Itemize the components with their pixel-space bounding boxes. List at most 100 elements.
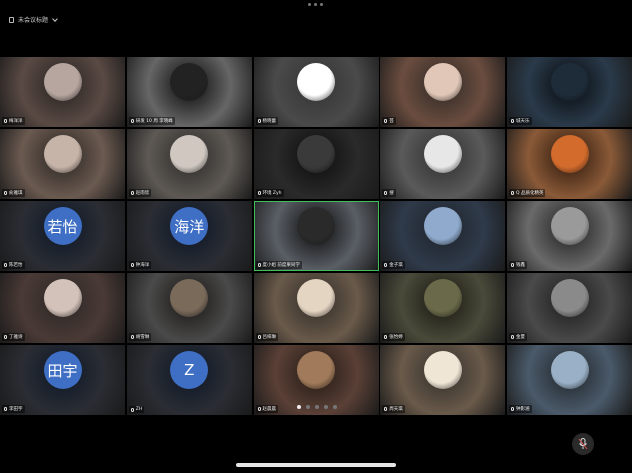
participant-avatar: 若怡 <box>43 207 82 246</box>
participant-name: 丁雅诗 <box>9 335 23 340</box>
participant-avatar: Z <box>170 351 209 390</box>
participant-avatar <box>423 351 462 390</box>
participant-name: 李田宇 <box>9 407 23 412</box>
participant-avatar <box>297 279 335 318</box>
mic-icon <box>4 407 7 411</box>
participant-name: 赵晨晨 <box>262 407 277 412</box>
mic-icon <box>257 119 261 123</box>
meeting-title-text: 未会议标题 <box>18 17 49 24</box>
microphone-button[interactable] <box>572 433 594 455</box>
participant-avatar <box>423 63 462 102</box>
participant-name: ZH <box>135 407 143 412</box>
participant-name-tag: 胡雪琳 <box>128 333 152 341</box>
participant-name-tag: 周天琪 <box>382 405 405 413</box>
page-dot[interactable] <box>306 405 310 409</box>
avatar-initials: 海洋 <box>174 217 205 236</box>
participant-avatar <box>550 135 589 174</box>
participant-name: 赵雨欣 <box>135 191 150 196</box>
participant-tile[interactable]: 张怡婷 <box>380 273 506 343</box>
participant-tile[interactable]: 城天乐 <box>507 57 632 127</box>
participant-tile[interactable]: 搜 <box>380 129 506 199</box>
participant-avatar <box>550 63 589 102</box>
participant-avatar <box>170 63 209 102</box>
participant-avatar: 海洋 <box>170 207 209 246</box>
page-dot[interactable] <box>315 405 319 409</box>
participant-avatar <box>43 135 82 174</box>
participant-tile[interactable]: Q 品质化精英 <box>507 129 632 199</box>
participant-avatar <box>43 279 82 318</box>
participant-tile[interactable]: 田宇李田宇 <box>0 345 125 415</box>
participant-tile[interactable]: 钟影涵 <box>507 345 632 415</box>
participant-name: 张怡婷 <box>389 335 403 340</box>
mic-icon <box>384 119 388 123</box>
page-dot[interactable] <box>324 405 328 409</box>
participant-name: 城天乐 <box>516 119 530 124</box>
participant-tile[interactable]: 若怡陈若怡 <box>0 201 125 271</box>
participant-tile[interactable]: 丁雅诗 <box>0 273 125 343</box>
participant-tile[interactable]: 度小姐 前度果同学 <box>253 201 379 271</box>
mic-icon <box>4 263 7 267</box>
participant-name: 陈若怡 <box>9 263 23 268</box>
participant-avatar <box>43 63 82 102</box>
participant-name-tag: ZH <box>128 406 145 413</box>
home-indicator[interactable] <box>236 463 396 467</box>
mic-icon <box>257 407 261 411</box>
participant-tile[interactable]: 胡雪琳 <box>126 273 252 343</box>
participant-tile[interactable]: 海洋钟海洋 <box>126 201 252 271</box>
participant-name: 吕梓琳 <box>262 335 277 340</box>
meeting-title[interactable]: 未会议标题 <box>9 15 58 24</box>
participant-tile[interactable]: 钱鑫 <box>507 201 632 271</box>
mic-icon <box>257 335 261 339</box>
mic-icon <box>511 263 514 267</box>
participant-avatar <box>423 135 462 174</box>
participant-tile[interactable]: 赵雨欣 <box>126 129 252 199</box>
participant-name-tag: 金夏 <box>509 333 527 341</box>
participant-name: 芸 <box>389 119 394 124</box>
participant-avatar <box>170 135 209 174</box>
page-indicator[interactable] <box>297 405 337 409</box>
avatar-initials: 田宇 <box>47 361 78 380</box>
participant-name: 钱鑫 <box>516 263 525 268</box>
participant-name-tag: 赵晨晨 <box>255 405 278 413</box>
mic-icon <box>130 119 134 123</box>
page-dot[interactable] <box>333 405 337 409</box>
participant-name-tag: 杨晓蕾 <box>255 117 278 125</box>
participant-tile[interactable]: 研发 10 周 李晓峰 <box>126 57 252 127</box>
participant-name: 金夏 <box>516 335 525 340</box>
mic-icon <box>4 119 7 123</box>
participant-avatar <box>550 207 589 246</box>
top-handle-dots[interactable] <box>308 3 323 6</box>
participant-avatar <box>297 351 335 390</box>
participant-tile[interactable]: 吕梓琳 <box>253 273 379 343</box>
mic-icon <box>257 263 261 267</box>
participant-tile[interactable]: 杨晓蕾 <box>253 57 379 127</box>
document-icon <box>9 16 14 23</box>
participant-tile[interactable]: 环境 Zyh <box>253 129 379 199</box>
participant-avatar <box>550 351 589 390</box>
participant-tile[interactable]: Z ZH <box>126 345 252 415</box>
mic-icon <box>384 407 388 411</box>
participant-tile[interactable]: 俞雅琪 <box>0 129 125 199</box>
participant-name-tag: 钱鑫 <box>509 261 527 269</box>
participant-tile[interactable]: 金子琪 <box>380 201 506 271</box>
mic-icon <box>4 191 7 195</box>
mic-icon <box>511 407 514 411</box>
mic-icon <box>130 407 134 412</box>
participant-avatar <box>297 63 335 102</box>
participant-name-tag: 张怡婷 <box>382 333 405 341</box>
page-dot[interactable] <box>297 405 301 409</box>
participant-avatar: 田宇 <box>43 351 82 390</box>
participant-name-tag: 钟影涵 <box>509 405 532 413</box>
participant-tile[interactable]: 梅洋洋 <box>0 57 125 127</box>
participant-name-tag: 环境 Zyh <box>255 189 284 197</box>
participant-tile[interactable]: 金夏 <box>507 273 632 343</box>
participant-name-tag: 梅洋洋 <box>2 117 25 125</box>
participant-name-tag: 度小姐 前度果同学 <box>255 261 302 269</box>
participant-tile[interactable]: 芸 <box>380 57 506 127</box>
participant-name: 钟海洋 <box>135 263 150 268</box>
participant-tile[interactable]: 周天琪 <box>380 345 506 415</box>
participant-name-tag: 金子琪 <box>382 261 405 269</box>
participant-name-tag: Q 品质化精英 <box>509 189 546 197</box>
participant-name: 环境 Zyh <box>262 191 282 196</box>
participant-avatar <box>170 279 209 318</box>
